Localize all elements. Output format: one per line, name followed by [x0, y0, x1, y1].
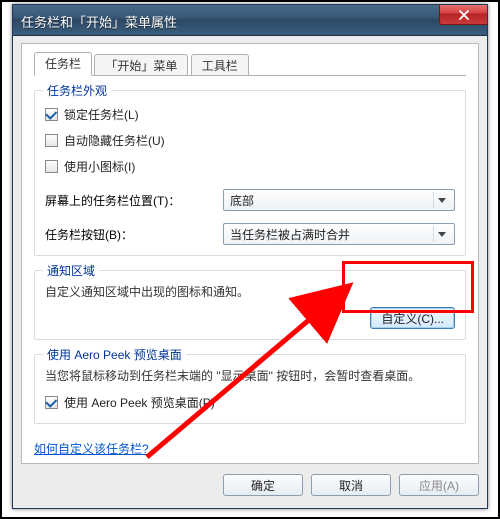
tab-toolbars[interactable]: 工具栏 [191, 54, 249, 76]
dropdown-value: 当任务栏被占满时合并 [230, 226, 350, 243]
checkbox-small-icons[interactable]: 使用小图标(I) [45, 158, 135, 175]
dialog-button-bar: 确定 取消 应用(A) [21, 470, 479, 500]
titlebar: 任务栏和「开始」菜单属性 [13, 5, 487, 36]
tab-taskbar[interactable]: 任务栏 [34, 52, 92, 76]
dropdown-taskbar-position[interactable]: 底部 [223, 189, 455, 211]
checkbox-label: 使用小图标(I) [64, 158, 135, 175]
group-taskbar-appearance: 任务栏外观 锁定任务栏(L) 自动隐藏任务栏(U) [34, 90, 466, 256]
apply-button[interactable]: 应用(A) [399, 474, 479, 496]
aero-description: 当您将鼠标移动到任务栏末端的 "显示桌面" 按钮时，会暂时查看桌面。 [45, 367, 455, 385]
checkbox-label: 锁定任务栏(L) [64, 106, 139, 123]
help-link-customize-taskbar[interactable]: 如何自定义该任务栏? [34, 440, 149, 457]
label-taskbar-buttons: 任务栏按钮(B)： [45, 226, 215, 243]
close-button[interactable] [439, 5, 487, 25]
dropdown-value: 底部 [230, 192, 254, 209]
checkbox-lock-taskbar[interactable]: 锁定任务栏(L) [45, 106, 139, 123]
cancel-button[interactable]: 取消 [311, 474, 391, 496]
annotated-screenshot: 任务栏和「开始」菜单属性 任务栏 「开始」菜单 工具栏 任务栏外观 [0, 0, 500, 519]
window-title: 任务栏和「开始」菜单属性 [21, 12, 177, 31]
group-legend-appearance: 任务栏外观 [43, 82, 111, 99]
checkbox-box-icon [45, 108, 58, 121]
client-area: 任务栏 「开始」菜单 工具栏 任务栏外观 锁定任务栏(L) 自动隐藏任务栏(U) [21, 43, 479, 464]
chevron-down-icon [433, 226, 450, 242]
group-notification-area: 通知区域 自定义通知区域中出现的图标和通知。 自定义(C)... [34, 270, 466, 340]
chevron-down-icon [433, 192, 450, 208]
checkbox-autohide-taskbar[interactable]: 自动隐藏任务栏(U) [45, 132, 165, 149]
customize-button[interactable]: 自定义(C)... [370, 307, 455, 329]
taskbar-properties-window: 任务栏和「开始」菜单属性 任务栏 「开始」菜单 工具栏 任务栏外观 [12, 4, 488, 509]
group-legend-aero: 使用 Aero Peek 预览桌面 [43, 346, 186, 363]
group-aero-peek: 使用 Aero Peek 预览桌面 当您将鼠标移动到任务栏末端的 "显示桌面" … [34, 354, 466, 424]
notify-description: 自定义通知区域中出现的图标和通知。 [45, 283, 455, 301]
checkbox-aero-peek[interactable]: 使用 Aero Peek 预览桌面(P) [45, 394, 215, 411]
checkbox-label: 使用 Aero Peek 预览桌面(P) [64, 394, 215, 411]
checkbox-box-icon [45, 396, 58, 409]
checkbox-label: 自动隐藏任务栏(U) [64, 132, 165, 149]
ok-button[interactable]: 确定 [223, 474, 303, 496]
group-legend-notify: 通知区域 [43, 262, 99, 279]
close-icon [459, 10, 469, 20]
tabstrip: 任务栏 「开始」菜单 工具栏 [34, 52, 466, 76]
checkbox-box-icon [45, 160, 58, 173]
tab-startmenu[interactable]: 「开始」菜单 [94, 54, 188, 76]
dropdown-taskbar-buttons[interactable]: 当任务栏被占满时合并 [223, 223, 455, 245]
checkbox-box-icon [45, 134, 58, 147]
label-taskbar-position: 屏幕上的任务栏位置(T)： [45, 192, 215, 209]
